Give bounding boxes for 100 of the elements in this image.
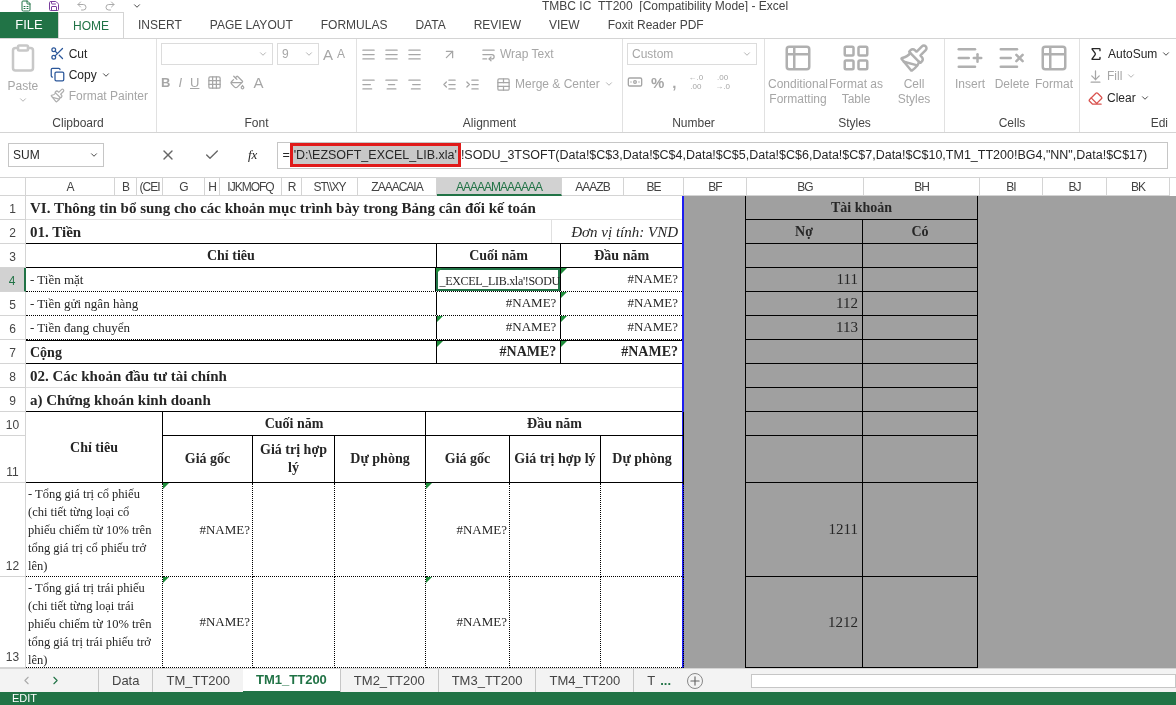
unit-note: Đơn vị tính: VND bbox=[551, 220, 682, 243]
paintbrush-icon bbox=[899, 43, 929, 73]
column-header[interactable]: G bbox=[163, 178, 205, 196]
ribbon-button[interactable]: Copy bbox=[45, 64, 152, 85]
column-header[interactable]: R bbox=[282, 178, 302, 196]
table-cell-text: Cộng bbox=[29, 344, 63, 362]
autosum-button[interactable]: AutoSum bbox=[1088, 43, 1168, 65]
column-header[interactable]: A bbox=[26, 178, 115, 196]
table-cell[interactable]: #NAME? bbox=[436, 292, 561, 315]
group-label: Clipboard bbox=[51, 115, 105, 132]
sheet-title: VI. Thông tin bổ sung cho các khoản mục trình bày trong Bảng cân đối kế toán bbox=[26, 196, 682, 220]
copy-icon bbox=[49, 67, 65, 82]
column-heading: Giá gốc bbox=[163, 436, 253, 483]
column-header[interactable]: (CEI bbox=[137, 178, 163, 196]
scissors-icon bbox=[49, 46, 65, 61]
caret-icon bbox=[1161, 49, 1172, 59]
column-heading: Cuối năm bbox=[435, 244, 561, 267]
row-header[interactable]: 5 bbox=[0, 292, 26, 316]
table-cell[interactable]: #NAME? bbox=[561, 268, 682, 291]
eraser-icon bbox=[1088, 90, 1103, 106]
section-heading: 02. Các khoản đầu tư tài chính bbox=[26, 364, 682, 388]
section-heading: a) Chứng khoán kinh doanh bbox=[26, 388, 682, 412]
row-header[interactable]: 1 bbox=[0, 196, 26, 220]
row-header[interactable]: 4 bbox=[0, 268, 26, 292]
column-header[interactable]: H bbox=[205, 178, 220, 196]
file-tab[interactable]: FILE bbox=[0, 12, 58, 38]
table-cell-text: - Tiền gửi ngân hàng bbox=[29, 295, 140, 313]
column-header[interactable]: AAAAAMAAAAAA bbox=[437, 178, 562, 196]
table-cell-text: 112 bbox=[836, 294, 858, 314]
save-icon bbox=[48, 0, 60, 12]
error-indicator-icon bbox=[163, 483, 169, 489]
table-cell-text: 113 bbox=[836, 318, 858, 338]
column-header[interactable]: BE bbox=[624, 178, 684, 196]
caret-icon bbox=[603, 79, 614, 89]
ribbon-tab[interactable]: VIEW bbox=[535, 12, 594, 38]
column-heading: Đầu năm bbox=[560, 244, 682, 267]
select-all-corner[interactable] bbox=[0, 178, 26, 196]
table-cell-text: #NAME? bbox=[455, 520, 508, 539]
column-header[interactable]: ST\\XY bbox=[302, 178, 358, 196]
table-cell-text: 111 bbox=[836, 270, 858, 290]
column-header[interactable]: AAAZB bbox=[562, 178, 624, 196]
table-cell[interactable]: #NAME? bbox=[436, 316, 561, 339]
indent-increase-icon bbox=[465, 76, 480, 92]
ribbon-tab[interactable]: DATA bbox=[401, 12, 460, 38]
more-tabs[interactable]: ... bbox=[660, 670, 672, 691]
table-cell-text: 1211 bbox=[828, 520, 858, 540]
error-indicator-icon bbox=[436, 341, 443, 347]
selected-formula-text: 'D:\EZSOFT_EXCEL_LIB.xla' bbox=[289, 143, 461, 167]
insert-function-button[interactable]: fx bbox=[248, 145, 258, 165]
formula-field[interactable]: = 'D:\EZSOFT_EXCEL_LIB.xla' !SODU_3TSOFT(Data!$C$3,Data!$C$4,Data!$C$5,Data!$C$6,Data!$C$7,Data!$C$10,TM1_TT200!BG4,"NN",Data!$C$17) bbox=[277, 141, 1168, 169]
table-cell-text: 1212 bbox=[828, 612, 858, 632]
sheet-tab[interactable]: TM1_TT200 bbox=[243, 668, 340, 693]
table-cell[interactable]: #NAME? bbox=[561, 341, 682, 363]
error-indicator-icon bbox=[561, 292, 568, 298]
row-header[interactable]: 8 bbox=[0, 364, 26, 388]
middle-align-icon bbox=[384, 46, 399, 62]
name-box[interactable]: SUM bbox=[8, 143, 104, 167]
column-heading: Dự phòng bbox=[335, 436, 426, 483]
ribbon-tab[interactable]: Foxit Reader PDF bbox=[593, 12, 718, 38]
arrow-down-icon bbox=[1088, 68, 1103, 84]
align-center-icon bbox=[384, 76, 399, 92]
column-header[interactable]: B bbox=[115, 178, 137, 196]
spreadsheet-logo-icon bbox=[20, 0, 32, 12]
row-header[interactable]: 10 bbox=[0, 412, 26, 436]
column-heading: Tài khoản bbox=[746, 196, 977, 220]
wrap-text-icon bbox=[481, 46, 496, 62]
row-header[interactable]: 12 bbox=[0, 483, 26, 577]
table-cell-text: - Tiền đang chuyển bbox=[29, 319, 132, 337]
paint-bucket-icon bbox=[230, 75, 246, 91]
column-heading: Giá trị hợp lý bbox=[253, 436, 335, 483]
table-cell[interactable]: #NAME? bbox=[561, 292, 682, 315]
column-heading: Đầu năm bbox=[426, 412, 684, 436]
align-left-icon bbox=[361, 76, 376, 92]
table-cell[interactable]: #NAME? bbox=[436, 341, 561, 363]
table-cell-text: #NAME? bbox=[198, 520, 251, 539]
row-header[interactable]: 2 bbox=[0, 220, 26, 244]
sigma-icon bbox=[1088, 46, 1104, 62]
ribbon-tab[interactable]: PAGE LAYOUT bbox=[195, 12, 307, 38]
column-heading: Chỉ tiêu bbox=[26, 412, 163, 483]
clear-button[interactable]: Clear bbox=[1088, 87, 1168, 109]
row-header[interactable]: 11 bbox=[0, 436, 26, 483]
group-label: Edi bbox=[1149, 115, 1168, 132]
ribbon-tab[interactable]: INSERT bbox=[124, 12, 196, 38]
error-indicator-icon bbox=[561, 341, 568, 347]
ribbon-tab[interactable]: REVIEW bbox=[459, 12, 535, 38]
row-header[interactable]: 9 bbox=[0, 388, 26, 412]
row-header[interactable]: 7 bbox=[0, 340, 26, 364]
error-indicator-icon bbox=[436, 268, 443, 274]
ribbon-tab[interactable]: FORMULAS bbox=[306, 12, 402, 38]
caret-icon bbox=[742, 49, 752, 59]
ribbon-button[interactable]: Cut bbox=[45, 43, 152, 64]
row-header[interactable]: 6 bbox=[0, 316, 26, 340]
table-icon bbox=[783, 43, 813, 73]
table-cell[interactable]: #NAME? bbox=[561, 316, 682, 339]
error-indicator-icon bbox=[561, 316, 568, 322]
horizontal-scrollbar[interactable] bbox=[751, 673, 1176, 688]
ribbon-tab[interactable]: HOME bbox=[58, 12, 124, 38]
group-label: Number bbox=[671, 115, 716, 132]
column-header[interactable]: IJKMOFQ bbox=[220, 178, 282, 196]
caret-icon bbox=[258, 49, 268, 59]
